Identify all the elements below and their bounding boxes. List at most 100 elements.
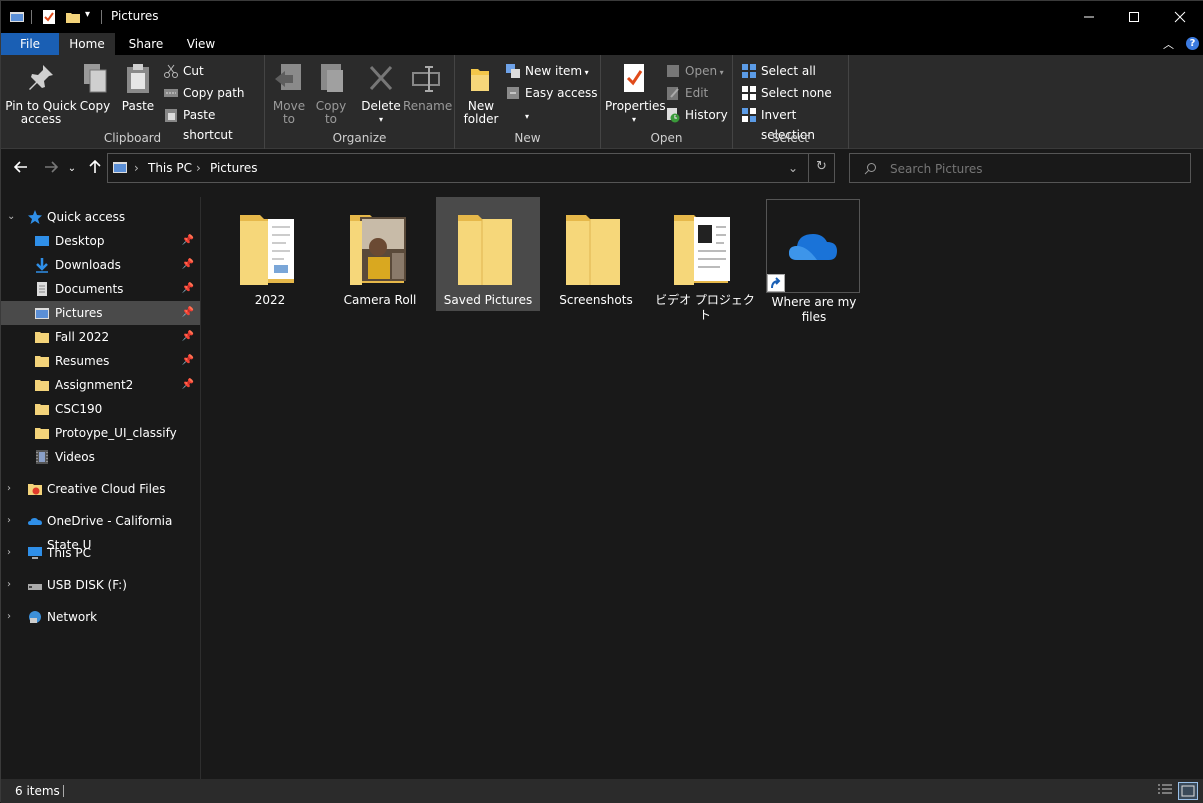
nav-network[interactable]: › Network	[1, 605, 200, 629]
tab-share[interactable]: Share	[125, 33, 167, 55]
rename-button[interactable]: Rename	[403, 61, 452, 113]
chevron-right-icon[interactable]: ›	[7, 605, 11, 629]
nav-item-fall-2022[interactable]: Fall 2022 📌	[1, 325, 200, 349]
properties-button[interactable]: Properties ▾	[605, 61, 666, 126]
nav-item-desktop[interactable]: Desktop 📌	[1, 229, 200, 253]
maximize-button[interactable]	[1111, 1, 1157, 33]
paste-shortcut-button[interactable]: Paste shortcut	[163, 105, 264, 142]
up-button[interactable]	[85, 159, 105, 179]
maximize-icon	[1129, 12, 1139, 22]
chevron-right-icon[interactable]: ›	[7, 573, 11, 597]
chevron-right-icon[interactable]: ›	[7, 541, 11, 565]
open-button[interactable]: Open ▾	[665, 61, 724, 81]
close-button[interactable]	[1157, 1, 1203, 33]
minimize-button[interactable]	[1066, 1, 1112, 33]
select-all-label: Select all	[761, 64, 816, 78]
copy-button[interactable]: Copy	[79, 61, 111, 113]
chevron-right-icon[interactable]: ›	[7, 477, 11, 501]
nav-item-csc190[interactable]: CSC190	[1, 397, 200, 421]
move-to-label-line2: to	[282, 112, 296, 126]
refresh-icon[interactable]: ↻	[816, 159, 827, 174]
breadcrumb-pictures[interactable]: Pictures	[210, 161, 258, 175]
pin-icon[interactable]: 📌	[182, 373, 194, 397]
nav-quick-access[interactable]: ⌄ Quick access	[1, 205, 200, 229]
nav-item-assignment2[interactable]: Assignment2 📌	[1, 373, 200, 397]
pin-icon[interactable]: 📌	[182, 349, 194, 373]
nav-root-label: USB DISK (F:)	[47, 578, 127, 592]
pin-icon[interactable]: 📌	[182, 253, 194, 277]
nav-creative-cloud-files[interactable]: › Creative Cloud Files	[1, 477, 200, 501]
nav-item-label: Pictures	[55, 306, 103, 320]
select-group: Select all Select none Invert selection …	[733, 55, 849, 149]
history-button[interactable]: History	[665, 105, 728, 125]
folder-icon	[458, 215, 512, 285]
customize-qat-icon[interactable]: ▾	[85, 9, 97, 25]
new-item-button[interactable]: New item ▾	[505, 61, 589, 81]
folder-item-2022[interactable]: 2022	[218, 197, 322, 311]
recent-locations-button[interactable]: ⌄	[65, 159, 79, 179]
pin-icon[interactable]: 📌	[182, 301, 194, 325]
breadcrumb-separator[interactable]: ›	[134, 161, 139, 175]
forward-button[interactable]	[41, 159, 61, 179]
select-none-button[interactable]: Select none	[741, 83, 832, 103]
window-app-icon[interactable]	[9, 9, 25, 25]
address-history-chevron-icon[interactable]: ⌄	[788, 161, 798, 175]
copy-to-icon	[321, 64, 343, 92]
address-bar[interactable]: › This PC › Pictures ⌄ ↻	[107, 153, 835, 183]
easy-access-button[interactable]: Easy access ▾	[505, 83, 600, 121]
search-box[interactable]	[849, 153, 1191, 183]
tab-view[interactable]: View	[181, 33, 221, 55]
invert-selection-button[interactable]: Invert selection	[741, 105, 848, 142]
tab-file[interactable]: File	[1, 33, 59, 55]
search-icon	[864, 163, 876, 175]
folder-item-saved-pictures[interactable]: Saved Pictures	[436, 197, 540, 311]
nav-item-label: Assignment2	[55, 378, 134, 392]
new-item-label: New item	[525, 64, 583, 78]
select-all-button[interactable]: Select all	[741, 61, 816, 81]
nav-item-protoype-ui-classify[interactable]: Protoype_UI_classify	[1, 421, 200, 445]
nav-item-documents[interactable]: Documents 📌	[1, 277, 200, 301]
nav-item-pictures[interactable]: Pictures 📌	[1, 301, 200, 325]
item-count: 6 items	[15, 784, 60, 798]
folder-item-video-project[interactable]: ビデオ プロジェクト	[652, 197, 758, 322]
pin-to-quick-access-button[interactable]: Pin to Quick access	[5, 61, 77, 126]
cut-button[interactable]: Cut	[163, 61, 204, 81]
pin-icon[interactable]: 📌	[182, 277, 194, 301]
properties-dropdown-icon[interactable]: ▾	[605, 113, 663, 126]
edit-button[interactable]: Edit	[665, 83, 708, 103]
pin-icon[interactable]: 📌	[182, 229, 194, 253]
folder-item-screenshots[interactable]: Screenshots	[544, 197, 648, 311]
shortcut-item-where-are-my-files[interactable]: Where are my files	[766, 197, 862, 324]
paste-icon	[127, 64, 149, 93]
nav-onedrive[interactable]: › OneDrive - California State U	[1, 509, 200, 552]
nav-item-videos[interactable]: Videos	[1, 445, 200, 469]
breadcrumb-this-pc[interactable]: This PC	[148, 161, 192, 175]
paste-button[interactable]: Paste	[121, 61, 155, 113]
folder-item-camera-roll[interactable]: Camera Roll	[328, 197, 432, 311]
chevron-right-icon[interactable]: ›	[7, 509, 11, 533]
pin-icon[interactable]: 📌	[182, 325, 194, 349]
help-icon[interactable]: ?	[1186, 37, 1199, 50]
expanded-chevron-icon[interactable]: ⌄	[7, 205, 15, 229]
copy-path-button[interactable]: Copy path	[163, 83, 245, 103]
nav-item-downloads[interactable]: Downloads 📌	[1, 253, 200, 277]
properties-qat-icon[interactable]	[41, 9, 57, 25]
collapse-ribbon-icon[interactable]: ︿	[1163, 36, 1177, 52]
copy-to-button[interactable]: Copy to	[313, 61, 349, 126]
delete-dropdown-icon[interactable]: ▾	[361, 113, 401, 126]
nav-this-pc[interactable]: › This PC	[1, 541, 200, 565]
new-folder-qat-icon[interactable]	[65, 9, 81, 25]
move-to-button[interactable]: Move to	[271, 61, 307, 126]
search-input[interactable]	[890, 160, 1180, 178]
delete-button[interactable]: Delete ▾	[361, 61, 401, 126]
back-button[interactable]	[11, 159, 31, 179]
large-icons-view-button[interactable]	[1178, 782, 1198, 800]
computer-icon	[28, 547, 42, 559]
breadcrumb-separator[interactable]: ›	[196, 161, 201, 175]
nav-usb-disk[interactable]: › USB DISK (F:)	[1, 573, 200, 597]
nav-item-label: Downloads	[55, 258, 121, 272]
tab-home[interactable]: Home	[59, 33, 115, 55]
nav-item-resumes[interactable]: Resumes 📌	[1, 349, 200, 373]
details-view-button[interactable]	[1157, 783, 1175, 799]
new-folder-button[interactable]: New folder	[461, 61, 501, 126]
